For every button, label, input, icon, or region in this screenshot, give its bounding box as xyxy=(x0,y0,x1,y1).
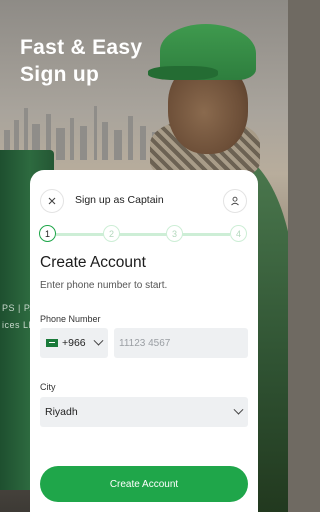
profile-button[interactable] xyxy=(223,189,247,213)
form-subtitle: Enter phone number to start. xyxy=(40,280,168,291)
step-1: 1 xyxy=(39,225,56,242)
person-icon xyxy=(231,196,239,206)
step-4: 4 xyxy=(230,225,247,242)
form-title: Create Account xyxy=(40,254,146,271)
step-connector xyxy=(56,233,104,236)
hero-title: Fast & Easy Sign up xyxy=(20,34,142,88)
phone-number-input[interactable] xyxy=(114,328,248,358)
step-2: 2 xyxy=(103,225,120,242)
step-connector xyxy=(182,233,230,236)
captain-cap-brim xyxy=(148,66,218,80)
city-select[interactable]: Riyadh xyxy=(40,397,248,427)
close-icon xyxy=(48,197,56,205)
city-label: City xyxy=(40,382,56,392)
chevron-down-icon xyxy=(233,404,244,415)
city-value: Riyadh xyxy=(45,406,78,418)
create-account-button[interactable]: Create Account xyxy=(40,466,248,502)
saudi-arabia-flag-icon xyxy=(46,339,58,347)
hero-title-line1: Fast & Easy xyxy=(20,36,143,59)
chevron-down-icon xyxy=(93,335,104,346)
phone-number-label: Phone Number xyxy=(40,314,101,324)
signup-card: Sign up as Captain 1 2 3 4 Create Accoun… xyxy=(30,170,258,512)
hero-title-line2: Sign up xyxy=(20,63,100,86)
step-connector xyxy=(119,233,167,236)
close-button[interactable] xyxy=(40,189,64,213)
card-header: Sign up as Captain xyxy=(30,170,258,232)
header-title: Sign up as Captain xyxy=(75,194,164,206)
country-dial-code: +966 xyxy=(62,337,86,349)
progress-stepper: 1 2 3 4 xyxy=(39,224,249,244)
step-3: 3 xyxy=(166,225,183,242)
country-code-picker[interactable]: +966 xyxy=(40,328,108,358)
